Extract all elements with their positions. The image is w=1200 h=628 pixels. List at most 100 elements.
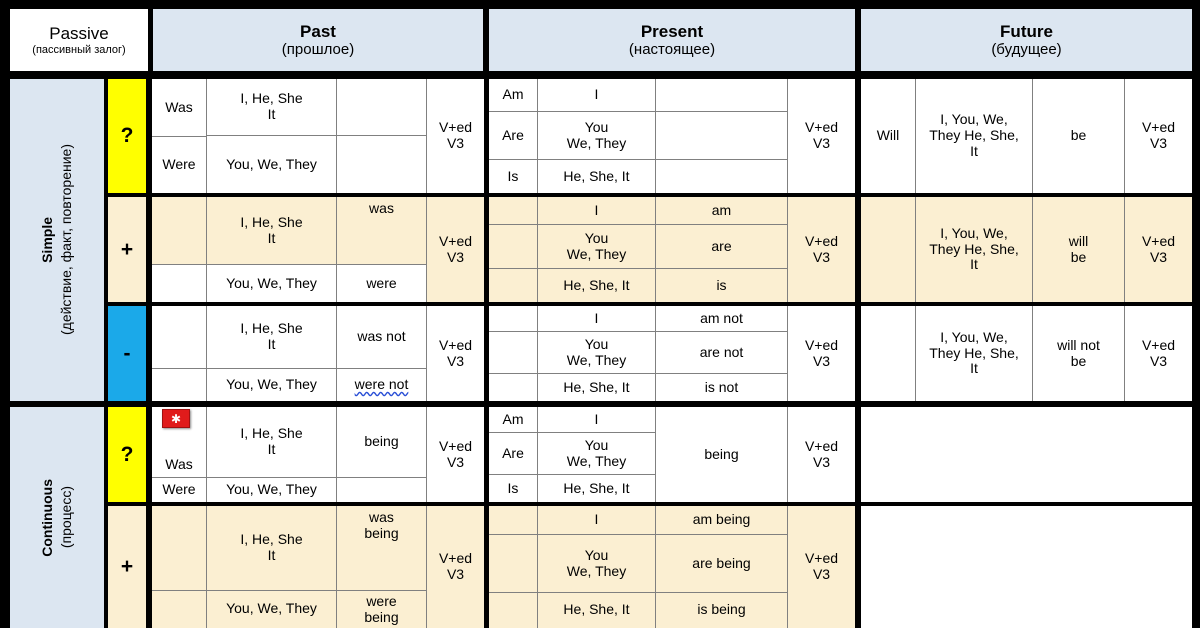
- aspect-label-continuous: Continuous (процесс): [10, 407, 104, 628]
- continuous-p-present-middle-3: is being: [656, 593, 788, 628]
- continuous-p-past-verbform: V+ed V3: [427, 506, 484, 628]
- continuous-q-past-subject-1: I, He, She It: [207, 407, 337, 478]
- simple-n-past-middle-1: was not: [337, 306, 427, 369]
- sign-continuous-question: ?: [108, 407, 146, 502]
- simple-p-past-verbform: V+ed V3: [427, 197, 484, 302]
- simple-p-future-subject: I, You, We, They He, She, It: [916, 197, 1033, 302]
- aspect-label-continuous-en: Continuous: [38, 478, 55, 557]
- simple-q-present-verbform: V+ed V3: [788, 79, 855, 193]
- tense-header-present-ru: (настоящее): [628, 40, 716, 58]
- sign-simple-negative: -: [108, 306, 146, 401]
- simple-p-present-middle-2: are: [656, 225, 788, 269]
- continuous-q-past-aux-2: Were: [152, 478, 207, 502]
- simple-n-past-subject-2: You, We, They: [207, 369, 337, 401]
- simple-n-present-aux-2: [489, 332, 538, 374]
- simple-p-future-middle: will be: [1033, 197, 1125, 302]
- simple-q-past-subject-1: I, He, She It: [207, 79, 337, 136]
- aspect-label-simple-ru: (действие, факт, повторение): [57, 144, 74, 336]
- continuous-q-present-aux-2: Are: [489, 433, 538, 475]
- sign-continuous-question-label: ?: [120, 442, 134, 466]
- simple-q-past-aux-2: Were: [152, 136, 207, 193]
- simple-n-future-aux: [861, 306, 916, 401]
- tense-header-future-en: Future: [1000, 21, 1053, 41]
- simple-n-present-verbform: V+ed V3: [788, 306, 855, 401]
- corner-title-ru: (пассивный залог): [32, 43, 126, 56]
- comment-marker-icon[interactable]: ✱: [162, 409, 190, 428]
- continuous-p-past-subject-2: You, We, They: [207, 591, 337, 628]
- simple-p-present-middle-3: is: [656, 269, 788, 302]
- simple-n-past-aux-2: [152, 369, 207, 401]
- simple-p-present-aux-1: [489, 197, 538, 225]
- simple-p-present-aux-2: [489, 225, 538, 269]
- corner-title-en: Passive: [49, 23, 109, 43]
- simple-p-past-subject-1: I, He, She It: [207, 197, 337, 265]
- sign-simple-question: ?: [108, 79, 146, 193]
- aspect-label-simple-en: Simple: [38, 217, 55, 263]
- tense-header-future: Future (будущее): [861, 9, 1192, 71]
- sign-simple-positive: +: [108, 197, 146, 302]
- continuous-p-future-empty: [861, 506, 1192, 628]
- tense-header-past-ru: (прошлое): [281, 40, 355, 58]
- simple-p-present-verbform: V+ed V3: [788, 197, 855, 302]
- tense-header-future-ru: (будущее): [991, 40, 1062, 58]
- continuous-q-past-verbform: V+ed V3: [427, 407, 484, 502]
- continuous-q-past-middle-1: being: [337, 407, 427, 478]
- sign-simple-question-label: ?: [120, 124, 134, 148]
- continuous-p-present-middle-1: am being: [656, 506, 788, 535]
- simple-n-past-aux-1: [152, 306, 207, 369]
- continuous-p-past-aux-2: [152, 591, 207, 628]
- simple-n-present-subject-3: He, She, It: [538, 374, 656, 401]
- simple-q-future-verbform: V+ed V3: [1125, 79, 1192, 193]
- simple-q-future-aux: Will: [861, 79, 916, 193]
- simple-q-future-subject: I, You, We, They He, She, It: [916, 79, 1033, 193]
- aspect-label-continuous-ru: (процесс): [57, 486, 74, 549]
- simple-n-present-aux-3: [489, 374, 538, 401]
- simple-q-past-middle-1: [337, 79, 427, 136]
- continuous-p-present-subject-3: He, She, It: [538, 593, 656, 628]
- simple-q-past-middle-2: [337, 136, 427, 193]
- simple-n-present-middle-1: am not: [656, 306, 788, 332]
- simple-n-past-subject-1: I, He, She It: [207, 306, 337, 369]
- simple-q-present-middle-1: [656, 79, 788, 112]
- sign-simple-positive-label: +: [120, 237, 134, 261]
- simple-n-past-middle-2: were not: [337, 369, 427, 401]
- sign-simple-negative-label: -: [123, 341, 131, 365]
- aspect-label-simple: Simple (действие, факт, повторение): [10, 79, 104, 401]
- simple-q-present-subject-2: You We, They: [538, 112, 656, 160]
- simple-q-future-middle: be: [1033, 79, 1125, 193]
- simple-q-present-middle-3: [656, 160, 788, 193]
- sign-continuous-positive: +: [108, 506, 146, 628]
- continuous-q-past-middle-2: [337, 478, 427, 502]
- simple-n-present-middle-3: is not: [656, 374, 788, 401]
- simple-q-present-subject-3: He, She, It: [538, 160, 656, 193]
- continuous-p-present-aux-2: [489, 535, 538, 593]
- simple-q-present-subject-1: I: [538, 79, 656, 112]
- continuous-q-past-subject-2: You, We, They: [207, 478, 337, 502]
- continuous-q-present-middle: being: [656, 407, 788, 502]
- simple-q-past-subject-2: You, We, They: [207, 136, 337, 193]
- continuous-q-present-aux-1: Am: [489, 407, 538, 433]
- continuous-q-present-subject-1: I: [538, 407, 656, 433]
- continuous-p-present-subject-2: You We, They: [538, 535, 656, 593]
- simple-n-present-aux-1: [489, 306, 538, 332]
- simple-p-present-subject-1: I: [538, 197, 656, 225]
- continuous-p-past-middle-2: were being: [337, 591, 427, 628]
- continuous-p-past-subject-1: I, He, She It: [207, 506, 337, 591]
- continuous-p-past-middle-1: was being: [337, 506, 427, 591]
- tense-header-past-en: Past: [300, 21, 336, 41]
- continuous-p-present-middle-2: are being: [656, 535, 788, 593]
- simple-n-future-verbform: V+ed V3: [1125, 306, 1192, 401]
- continuous-q-present-subject-2: You We, They: [538, 433, 656, 475]
- continuous-q-future-empty: [861, 407, 1192, 502]
- passive-voice-table: Passive (пассивный залог) Past (прошлое)…: [0, 0, 1200, 628]
- corner-header-passive: Passive (пассивный залог): [10, 9, 148, 71]
- simple-p-present-middle-1: am: [656, 197, 788, 225]
- simple-q-present-aux-3: Is: [489, 160, 538, 193]
- simple-n-present-middle-2: are not: [656, 332, 788, 374]
- simple-n-past-verbform: V+ed V3: [427, 306, 484, 401]
- sign-continuous-positive-label: +: [120, 555, 134, 579]
- simple-p-past-middle-1: was: [337, 197, 427, 265]
- tense-header-past: Past (прошлое): [153, 9, 483, 71]
- simple-p-present-aux-3: [489, 269, 538, 302]
- simple-p-past-subject-2: You, We, They: [207, 265, 337, 302]
